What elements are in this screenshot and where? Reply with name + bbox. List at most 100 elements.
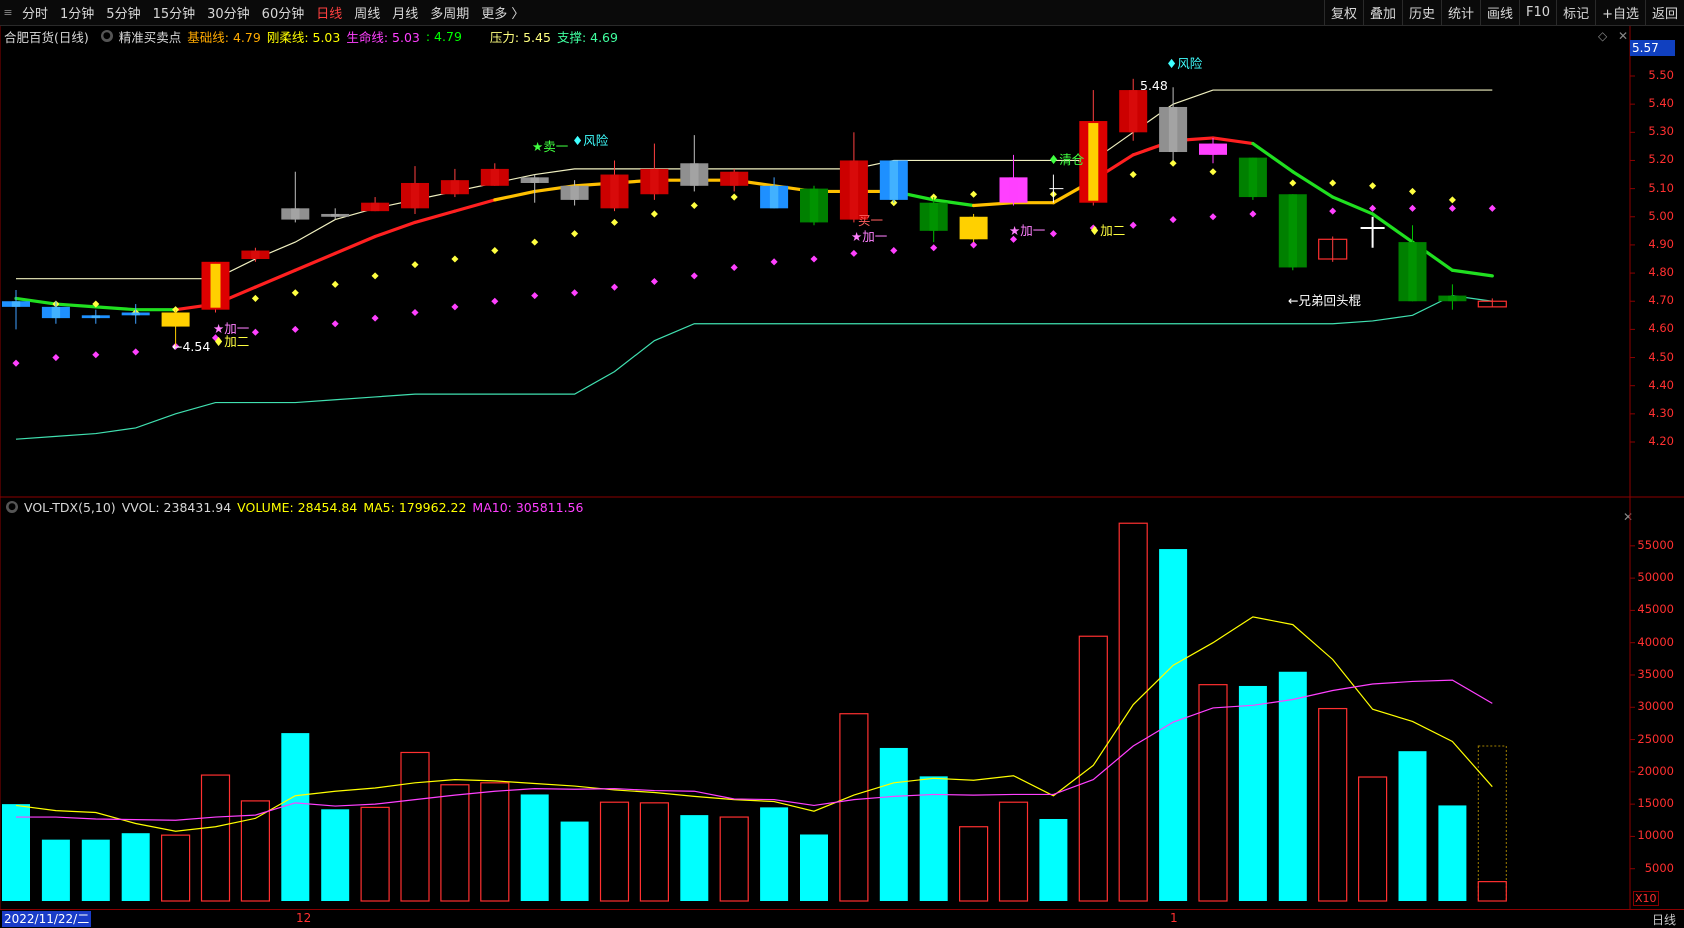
price-tick-label: 4.30 [1648, 405, 1674, 420]
volume-bar [1278, 671, 1307, 901]
signal-dot-magenta [970, 241, 978, 249]
volume-bar [800, 834, 828, 901]
signal-dot-yellow [1369, 182, 1377, 190]
signal-dot-magenta [650, 277, 658, 286]
signal-dot-magenta [1408, 204, 1417, 212]
candle-body-shine [730, 171, 739, 186]
signal-dot-yellow [291, 289, 299, 297]
signal-dot-yellow [531, 238, 539, 246]
signal-dot-magenta [1129, 221, 1137, 229]
life-line-segment [54, 302, 98, 309]
signal-dot-magenta [1249, 210, 1257, 218]
life-line-segment [413, 209, 457, 224]
kline-chart[interactable]: ←4.545.48★卖一 ♦风险♦风险★加一♦加二★加一 ★加一 ♦加二♦清仓买一←兄… [0, 0, 1684, 927]
volume-bar [719, 816, 749, 902]
candle-body-shine [1129, 90, 1138, 133]
candle-body-shine [929, 202, 938, 231]
signal-dot-magenta [451, 303, 459, 311]
candle-body-shine [410, 182, 420, 209]
life-line-segment [333, 234, 377, 255]
signal-dot-magenta [331, 320, 339, 328]
price-tick-label: 5.10 [1648, 180, 1674, 195]
volume-bar [400, 751, 430, 902]
candle-body-shine [849, 160, 859, 220]
signal-dot-magenta [610, 283, 619, 291]
life-line-segment [293, 251, 337, 272]
volume-tick-label: 45000 [1637, 602, 1674, 617]
clear-signal-label: ♦清仓 [1048, 152, 1085, 167]
signal-dot-yellow [1408, 187, 1417, 195]
candle-body-shine [570, 185, 579, 200]
signal-dot-magenta [1049, 230, 1057, 238]
signal-dot-yellow [331, 280, 339, 288]
current-price-tag: 5.57 [1630, 40, 1675, 56]
signal-dot-yellow [411, 261, 419, 269]
candle-body-inner [210, 263, 221, 308]
volume-bar [1198, 684, 1228, 902]
candle-body-shine [809, 188, 819, 223]
life-line-segment [1450, 268, 1494, 278]
volume-bar [760, 807, 789, 901]
volume-ma10-line [16, 679, 1493, 821]
signal-dot-yellow [491, 247, 499, 255]
candle-body-shine [1009, 177, 1018, 203]
volume-bar [200, 774, 231, 902]
life-line-segment [253, 268, 297, 289]
volume-bar [560, 821, 589, 901]
buy-signal-label: 买一 [858, 213, 883, 228]
signal-dot-magenta [132, 348, 140, 356]
add-signal-label: ♦加二 [213, 334, 249, 349]
candle-body-shine [251, 250, 260, 259]
add-signal-label: ♦加二 [1089, 223, 1125, 238]
candle-body-shine [769, 185, 779, 209]
volume-bar [1078, 635, 1108, 902]
signal-dot-magenta [1369, 204, 1377, 212]
candle-body-shine [1448, 295, 1457, 302]
volume-forecast-bar [1477, 745, 1507, 902]
candle-body-shine [1408, 242, 1417, 302]
price-tick-label: 4.70 [1648, 293, 1674, 308]
support-line [15, 294, 1493, 440]
signal-dot-yellow [970, 190, 978, 198]
life-line-segment [1211, 136, 1255, 146]
signal-dot-yellow [571, 230, 579, 238]
price-tick-label: 5.00 [1648, 208, 1674, 223]
candle-body-shine [11, 301, 21, 307]
volume-bar [41, 839, 70, 901]
volume-bar [480, 782, 510, 902]
signal-dot-yellow [1289, 179, 1297, 187]
price-tick-label: 4.60 [1648, 321, 1674, 336]
volume-bar [1318, 707, 1348, 902]
price-tick-label: 5.50 [1648, 68, 1674, 82]
signal-dot-magenta [810, 255, 818, 263]
signal-dot-magenta [930, 244, 938, 252]
price-tick-label: 5.20 [1648, 152, 1674, 167]
signal-dot-yellow [371, 272, 379, 280]
candle-body-shine [1288, 194, 1297, 268]
life-line-segment [1331, 195, 1375, 216]
price-tick-label: 4.20 [1648, 434, 1674, 448]
signal-dot-yellow [1448, 196, 1456, 204]
life-line-segment [94, 305, 138, 312]
candle-body-shine [91, 315, 100, 319]
signal-dot-magenta [1329, 207, 1337, 215]
volume-tick-label: 55000 [1637, 537, 1674, 552]
signal-dot-magenta [690, 272, 698, 280]
signal-dot-magenta [251, 328, 259, 336]
candle-body-shine [1248, 157, 1258, 198]
candle-body-shine [610, 174, 619, 209]
volume-bar [599, 801, 630, 902]
signal-dot-magenta [1488, 204, 1496, 212]
volume-bar [161, 834, 191, 902]
signal-dot-magenta [1448, 204, 1456, 212]
low-price-label: ←4.54 [172, 339, 210, 354]
volume-bar [281, 733, 310, 901]
volume-bar [2, 804, 30, 901]
month-mark: 1 [1170, 911, 1178, 925]
signal-dot-magenta [12, 359, 20, 367]
month-mark: 12 [296, 911, 312, 925]
candle-body-shine [969, 216, 978, 240]
signal-dot-magenta [571, 289, 579, 297]
period-label: 日线 [1651, 913, 1676, 927]
add-signal-label: ★加一 [851, 229, 887, 244]
